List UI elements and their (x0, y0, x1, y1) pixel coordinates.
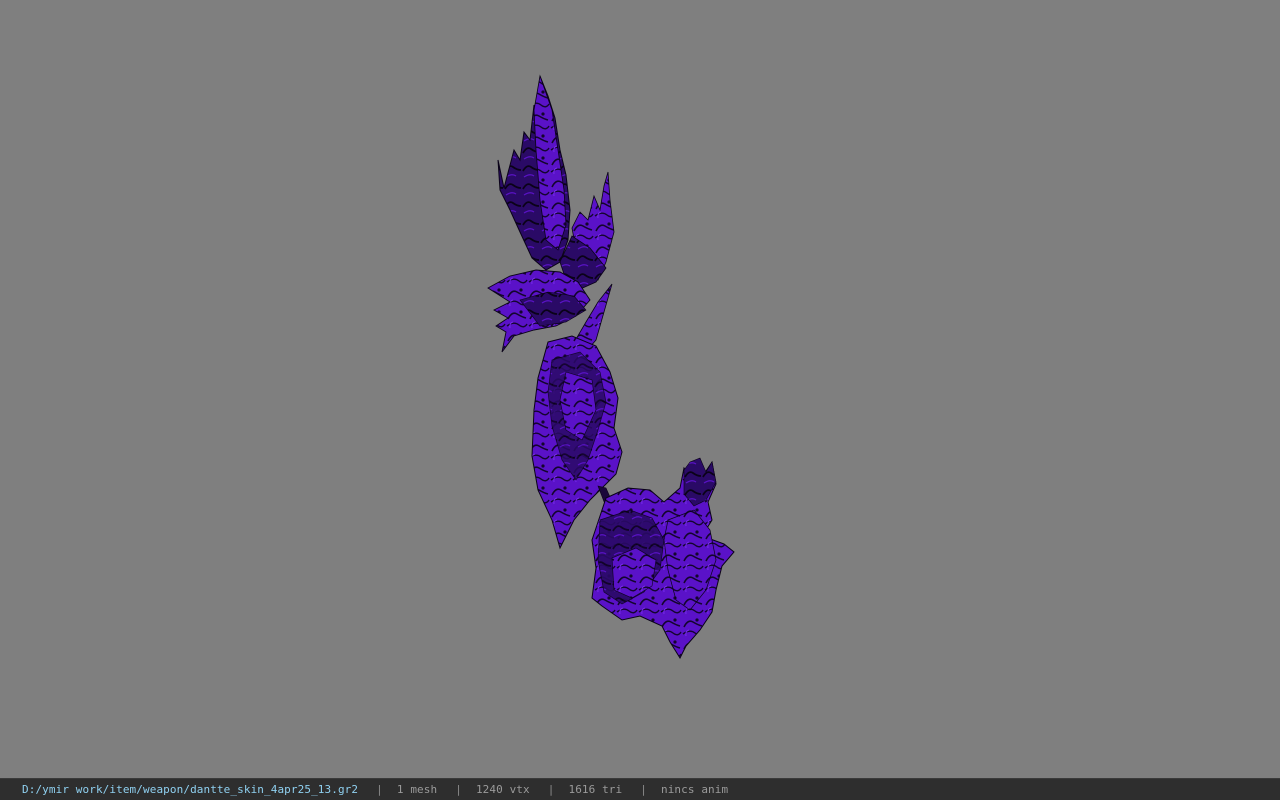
lower-guard-cluster (591, 457, 735, 660)
separator: | (376, 783, 383, 796)
weapon-model (487, 74, 735, 660)
separator: | (547, 783, 555, 796)
status-bar: D:/ymir work/item/weapon/dantte_skin_4ap… (0, 778, 1280, 800)
3d-viewport[interactable] (0, 0, 1280, 778)
triangle-count: 1616 tri (568, 783, 623, 796)
separator: | (455, 783, 462, 796)
anim-status: nincs anim (660, 783, 729, 796)
vertex-count: 1240 vtx (475, 783, 530, 796)
mesh-count: 1 mesh (396, 783, 438, 796)
file-path: D:/ymir work/item/weapon/dantte_skin_4ap… (22, 783, 359, 796)
separator: | (640, 783, 647, 796)
